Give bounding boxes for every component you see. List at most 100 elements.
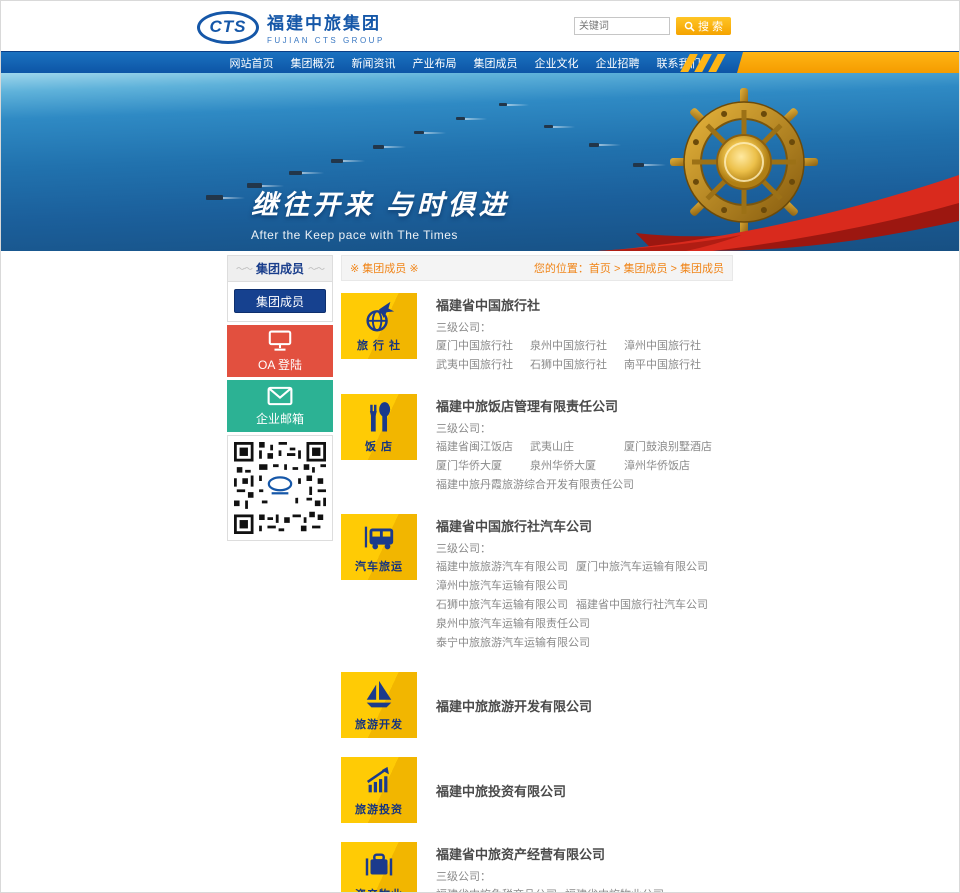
search-input[interactable] [574, 17, 670, 35]
company-name[interactable]: 泉州中旅汽车运输有限责任公司 [436, 615, 590, 634]
company-name[interactable]: 漳州中旅汽车运输有限公司 [436, 577, 568, 596]
travel-agency-icon [362, 300, 396, 334]
company-name[interactable]: 福建省中旅物业公司 [565, 886, 664, 893]
nav-item[interactable]: 新闻资讯 [343, 55, 404, 71]
member-title[interactable]: 福建中旅旅游开发有限公司 [436, 696, 592, 715]
monitor-icon [267, 330, 293, 352]
company-list: 厦门中国旅行社泉州中国旅行社漳州中国旅行社武夷中国旅行社石狮中国旅行社南平中国旅… [436, 337, 718, 375]
member-title[interactable]: 福建中旅投资有限公司 [436, 781, 566, 800]
page: CTS 福建中旅集团 FUJIAN CTS GROUP 搜 索 网站首页集团概况… [0, 0, 960, 893]
site-header: CTS 福建中旅集团 FUJIAN CTS GROUP 搜 索 [1, 1, 959, 51]
member-block-development: 旅游开发 福建中旅旅游开发有限公司 [341, 672, 733, 738]
company-name[interactable]: 武夷山庄 [530, 438, 616, 457]
nav-item[interactable]: 集团概况 [282, 55, 343, 71]
nav-items: 网站首页集团概况新闻资讯产业布局集团成员企业文化企业招聘联系我们 [221, 55, 709, 71]
company-line: 福建中旅丹霞旅游综合开发有限责任公司 [436, 476, 720, 495]
company-name[interactable]: 漳州华侨饭店 [624, 457, 710, 476]
member-title[interactable]: 福建省中旅资产经营有限公司 [436, 844, 733, 863]
member-tile-label: 资产物业 [355, 886, 403, 893]
company-name[interactable]: 福建省中旅免税商品公司 [436, 886, 557, 893]
logo[interactable]: CTS 福建中旅集团 FUJIAN CTS GROUP [197, 9, 385, 45]
main-nav: 网站首页集团概况新闻资讯产业布局集团成员企业文化企业招聘联系我们 [1, 51, 959, 73]
member-tile-travel[interactable]: 旅 行 社 [341, 293, 417, 359]
company-name[interactable]: 福建省闽江饭店 [436, 438, 522, 457]
member-body: 福建中旅旅游开发有限公司 [436, 694, 592, 717]
company-name[interactable]: 泉州中国旅行社 [530, 337, 616, 356]
member-tile-assets[interactable]: 资产物业 [341, 842, 417, 893]
sidebar-card: ～～ 集团成员 ～～ 集团成员 [227, 255, 333, 322]
company-name[interactable]: 南平中国旅行社 [624, 356, 710, 375]
member-block-investment: 旅游投资 福建中旅投资有限公司 [341, 757, 733, 823]
company-name[interactable]: 厦门鼓浪别墅酒店 [624, 438, 712, 457]
company-name[interactable]: 厦门中国旅行社 [436, 337, 522, 356]
company-line: 福建中旅旅游汽车有限公司厦门中旅汽车运输有限公司漳州中旅汽车运输有限公司 [436, 558, 733, 596]
company-name[interactable]: 福建中旅旅游汽车有限公司 [436, 558, 568, 577]
ship-silhouette [589, 143, 599, 147]
ship-wheel-icon [669, 87, 819, 237]
company-name[interactable]: 石狮中旅汽车运输有限公司 [436, 596, 568, 615]
enterprise-mail-button[interactable]: 企业邮箱 [227, 380, 333, 432]
hotel-restaurant-icon [362, 401, 396, 435]
company-name[interactable]: 福建省中国旅行社汽车公司 [576, 596, 708, 615]
company-line: 武夷中国旅行社石狮中国旅行社南平中国旅行社 [436, 356, 718, 375]
sailboat-icon [362, 679, 396, 713]
sidebar-header: ～～ 集团成员 ～～ [228, 256, 332, 282]
nav-item[interactable]: 网站首页 [221, 55, 282, 71]
nav-orange-stripe [737, 52, 959, 73]
bus-icon [362, 521, 396, 555]
logo-name-cn: 福建中旅集团 [267, 9, 385, 34]
nav-item[interactable]: 产业布局 [404, 55, 465, 71]
oa-login-label: OA 登陆 [258, 356, 302, 373]
member-block-travel: 旅 行 社 福建省中国旅行社 三级公司： 厦门中国旅行社泉州中国旅行社漳州中国旅… [341, 293, 733, 375]
company-name[interactable]: 泉州华侨大厦 [530, 457, 616, 476]
sidebar-item-members[interactable]: 集团成员 [234, 289, 326, 313]
member-tile-label: 旅 行 社 [357, 337, 401, 353]
company-name[interactable]: 泰宁中旅旅游汽车运输有限公司 [436, 634, 590, 653]
company-name[interactable]: 厦门中旅汽车运输有限公司 [576, 558, 708, 577]
member-tile-investment[interactable]: 旅游投资 [341, 757, 417, 823]
nav-item[interactable]: 企业文化 [526, 55, 587, 71]
banner-slogan: 继往开来 与时俱进 After the Keep pace with The T… [251, 183, 510, 242]
slogan-en: After the Keep pace with The Times [251, 228, 510, 242]
main-area: ～～ 集团成员 ～～ 集团成员 OA 登陆 企业邮箱 [227, 255, 733, 893]
search-button[interactable]: 搜 索 [676, 17, 731, 35]
member-tile-label: 旅游投资 [355, 801, 403, 817]
member-block-hotel: 饭 店 福建中旅饭店管理有限责任公司 三级公司： 福建省闽江饭店武夷山庄厦门鼓浪… [341, 394, 733, 495]
ship-silhouette [373, 145, 384, 149]
oa-login-button[interactable]: OA 登陆 [227, 325, 333, 377]
logo-text: 福建中旅集团 FUJIAN CTS GROUP [267, 9, 385, 45]
company-name[interactable]: 厦门华侨大厦 [436, 457, 522, 476]
member-body: 福建中旅投资有限公司 [436, 779, 566, 802]
envelope-icon [267, 386, 293, 406]
company-name[interactable]: 漳州中国旅行社 [624, 337, 710, 356]
chart-growth-icon [362, 764, 396, 798]
member-title[interactable]: 福建省中国旅行社 [436, 295, 718, 314]
search-bar: 搜 索 [574, 17, 731, 35]
member-subtitle: 三级公司： [436, 868, 733, 884]
nav-item[interactable]: 集团成员 [465, 55, 526, 71]
member-title[interactable]: 福建省中国旅行社汽车公司 [436, 516, 733, 535]
search-button-label: 搜 索 [698, 18, 723, 34]
hero-banner: 继往开来 与时俱进 After the Keep pace with The T… [1, 73, 959, 251]
member-tile-hotel[interactable]: 饭 店 [341, 394, 417, 460]
company-name[interactable]: 石狮中国旅行社 [530, 356, 616, 375]
company-line: 福建省闽江饭店武夷山庄厦门鼓浪别墅酒店 [436, 438, 720, 457]
breadcrumb[interactable]: 您的位置：首页 > 集团成员 > 集团成员 [534, 260, 724, 276]
member-title[interactable]: 福建中旅饭店管理有限责任公司 [436, 396, 720, 415]
company-list: 福建省中旅免税商品公司福建省中旅物业公司厦门华侨旅游侨汇服务公司厦门代表处、资产… [436, 886, 733, 893]
member-tile-bus[interactable]: 汽车旅运 [341, 514, 417, 580]
nav-item[interactable]: 企业招聘 [587, 55, 648, 71]
decorative-flourish: ～～ [308, 262, 324, 275]
ship-silhouette [499, 103, 507, 106]
company-name[interactable]: 武夷中国旅行社 [436, 356, 522, 375]
ship-silhouette [414, 131, 424, 134]
company-name[interactable]: 福建中旅丹霞旅游综合开发有限责任公司 [436, 476, 634, 495]
briefcase-icon [362, 849, 396, 883]
member-list: 旅 行 社 福建省中国旅行社 三级公司： 厦门中国旅行社泉州中国旅行社漳州中国旅… [341, 293, 733, 893]
company-line: 泰宁中旅旅游汽车运输有限公司 [436, 634, 733, 653]
ship-silhouette [544, 125, 553, 128]
enterprise-mail-label: 企业邮箱 [256, 410, 304, 427]
member-tile-label: 汽车旅运 [355, 558, 403, 574]
company-line: 福建省中旅免税商品公司福建省中旅物业公司厦门华侨旅游侨汇服务公司 [436, 886, 733, 893]
member-tile-development[interactable]: 旅游开发 [341, 672, 417, 738]
